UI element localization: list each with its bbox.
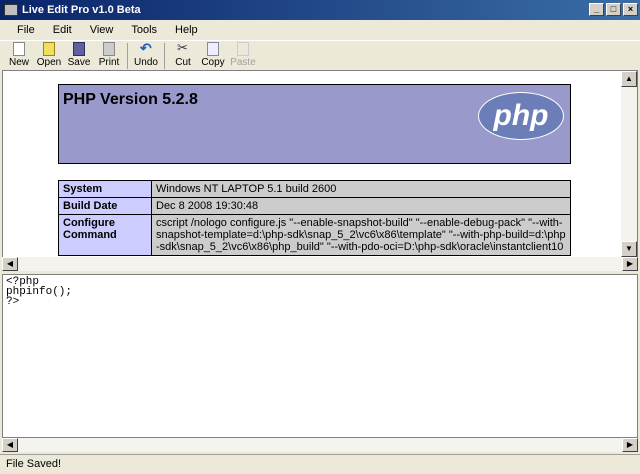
new-button[interactable]: New — [4, 42, 34, 70]
row-key: Configure Command — [58, 214, 152, 256]
toolbar: New Open Save Print ↶ Undo ✂ Cut Copy Past… — [0, 40, 640, 70]
menu-bar: File Edit View Tools Help — [0, 20, 640, 39]
save-button[interactable]: Save — [64, 42, 94, 70]
print-button[interactable]: Print — [94, 42, 124, 70]
status-bar: File Saved! — [0, 454, 640, 474]
status-text: File Saved! — [6, 458, 62, 470]
menu-view[interactable]: View — [81, 24, 123, 36]
menu-file[interactable]: File — [8, 24, 44, 36]
toolbar-separator — [164, 42, 165, 69]
menu-edit[interactable]: Edit — [44, 24, 81, 36]
scroll-right-icon[interactable]: ▶ — [622, 257, 638, 271]
paste-icon — [237, 42, 249, 56]
php-version-title: PHP Version 5.2.8 — [63, 91, 198, 108]
close-button[interactable]: × — [623, 3, 638, 16]
new-label: New — [8, 57, 29, 68]
row-value: Windows NT LAPTOP 5.1 build 2600 — [151, 180, 571, 198]
print-label: Print — [98, 57, 120, 68]
open-icon — [43, 42, 55, 56]
scroll-up-icon[interactable]: ▲ — [621, 71, 637, 87]
undo-icon: ↶ — [140, 40, 152, 56]
row-key: Build Date — [58, 197, 152, 215]
toolbar-separator — [127, 42, 128, 69]
php-logo: php — [478, 92, 564, 140]
row-value: Dec 8 2008 19:30:48 — [151, 197, 571, 215]
title-bar: Live Edit Pro v1.0 Beta _ □ × — [0, 0, 640, 20]
save-label: Save — [67, 57, 91, 68]
maximize-button[interactable]: □ — [606, 3, 621, 16]
code-editor[interactable]: <?php phpinfo(); ?> — [2, 274, 638, 438]
menu-tools[interactable]: Tools — [122, 24, 166, 36]
editor-horizontal-scrollbar[interactable]: ◀ ▶ — [2, 438, 638, 452]
save-icon — [73, 42, 85, 56]
scroll-down-icon[interactable]: ▼ — [621, 241, 637, 257]
minimize-button[interactable]: _ — [589, 3, 604, 16]
scroll-left-icon[interactable]: ◀ — [2, 257, 18, 271]
open-button[interactable]: Open — [34, 42, 64, 70]
table-row: Build Date Dec 8 2008 19:30:48 — [58, 197, 571, 215]
copy-button[interactable]: Copy — [198, 42, 228, 70]
table-row: Configure Command cscript /nologo configu… — [58, 214, 571, 256]
paste-button[interactable]: Paste — [228, 42, 258, 70]
scroll-right-icon[interactable]: ▶ — [622, 438, 638, 452]
print-icon — [103, 42, 115, 56]
app-icon — [4, 4, 18, 16]
table-row: System Windows NT LAPTOP 5.1 build 2600 — [58, 180, 571, 198]
paste-label: Paste — [230, 57, 256, 68]
window-title: Live Edit Pro v1.0 Beta — [22, 4, 141, 16]
menu-help[interactable]: Help — [166, 24, 207, 36]
row-value: cscript /nologo configure.js "--enable-s… — [151, 214, 571, 256]
copy-label: Copy — [201, 57, 225, 68]
cut-icon: ✂ — [177, 40, 188, 55]
undo-button[interactable]: ↶ Undo — [131, 40, 161, 70]
cut-label: Cut — [175, 57, 191, 68]
preview-pane: PHP Version 5.2.8 php System Windows NT L… — [2, 70, 638, 258]
php-info-table: System Windows NT LAPTOP 5.1 build 2600 B… — [58, 180, 571, 256]
open-label: Open — [36, 57, 62, 68]
row-key: System — [58, 180, 152, 198]
preview-vertical-scrollbar[interactable]: ▲ ▼ — [621, 71, 637, 257]
cut-button[interactable]: ✂ Cut — [168, 40, 198, 70]
scroll-left-icon[interactable]: ◀ — [2, 438, 18, 452]
php-header: PHP Version 5.2.8 php — [58, 84, 571, 164]
new-icon — [13, 42, 25, 56]
undo-label: Undo — [134, 57, 158, 68]
copy-icon — [207, 42, 219, 56]
preview-horizontal-scrollbar[interactable]: ◀ ▶ — [2, 257, 638, 271]
